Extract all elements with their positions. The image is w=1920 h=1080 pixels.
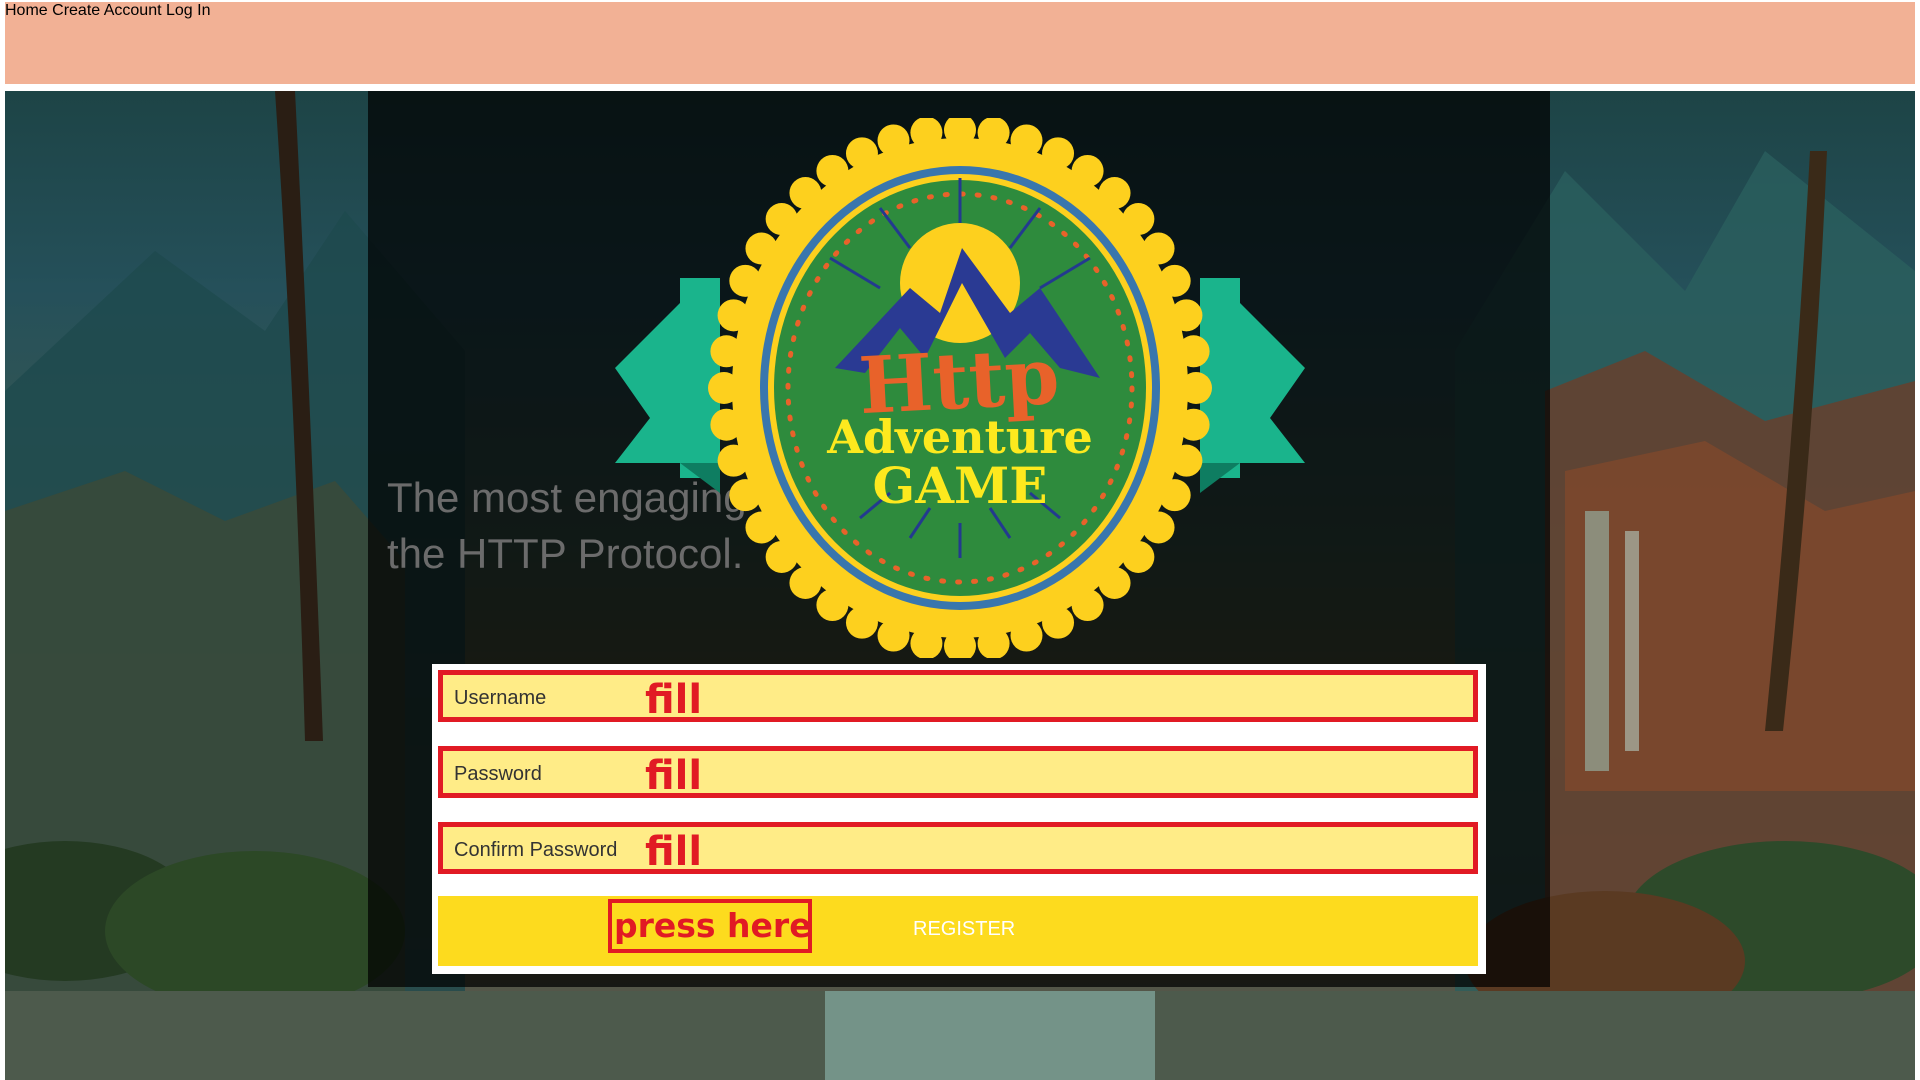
username-label: Username [454,687,547,709]
username-fill-annotation: fill [645,677,703,723]
username-field[interactable]: Username fill [438,670,1478,723]
http-adventure-game-logo: Http Adventure GAME [615,118,1305,658]
register-button-label: REGISTER [913,918,1016,940]
confirm-password-label: Confirm Password [454,839,618,861]
password-label: Password [454,763,542,785]
confirm-password-field[interactable]: Confirm Password fill [438,822,1478,875]
nav-log-in-link[interactable]: Log In [166,2,210,19]
top-nav-bar: Home Create Account Log In [5,2,1915,84]
register-form: Username fill Password fill Confirm Pass… [432,664,1486,974]
logo-word-game: GAME [873,456,1048,515]
nav-home-link[interactable]: Home [5,2,48,19]
password-field[interactable]: Password fill [438,746,1478,799]
confirm-password-fill-annotation: fill [645,829,703,875]
password-fill-annotation: fill [645,753,703,799]
nav-create-account-link[interactable]: Create Account [52,2,161,19]
press-here-annotation: press here after [608,899,812,953]
register-button[interactable]: press here after REGISTER [438,896,1478,966]
